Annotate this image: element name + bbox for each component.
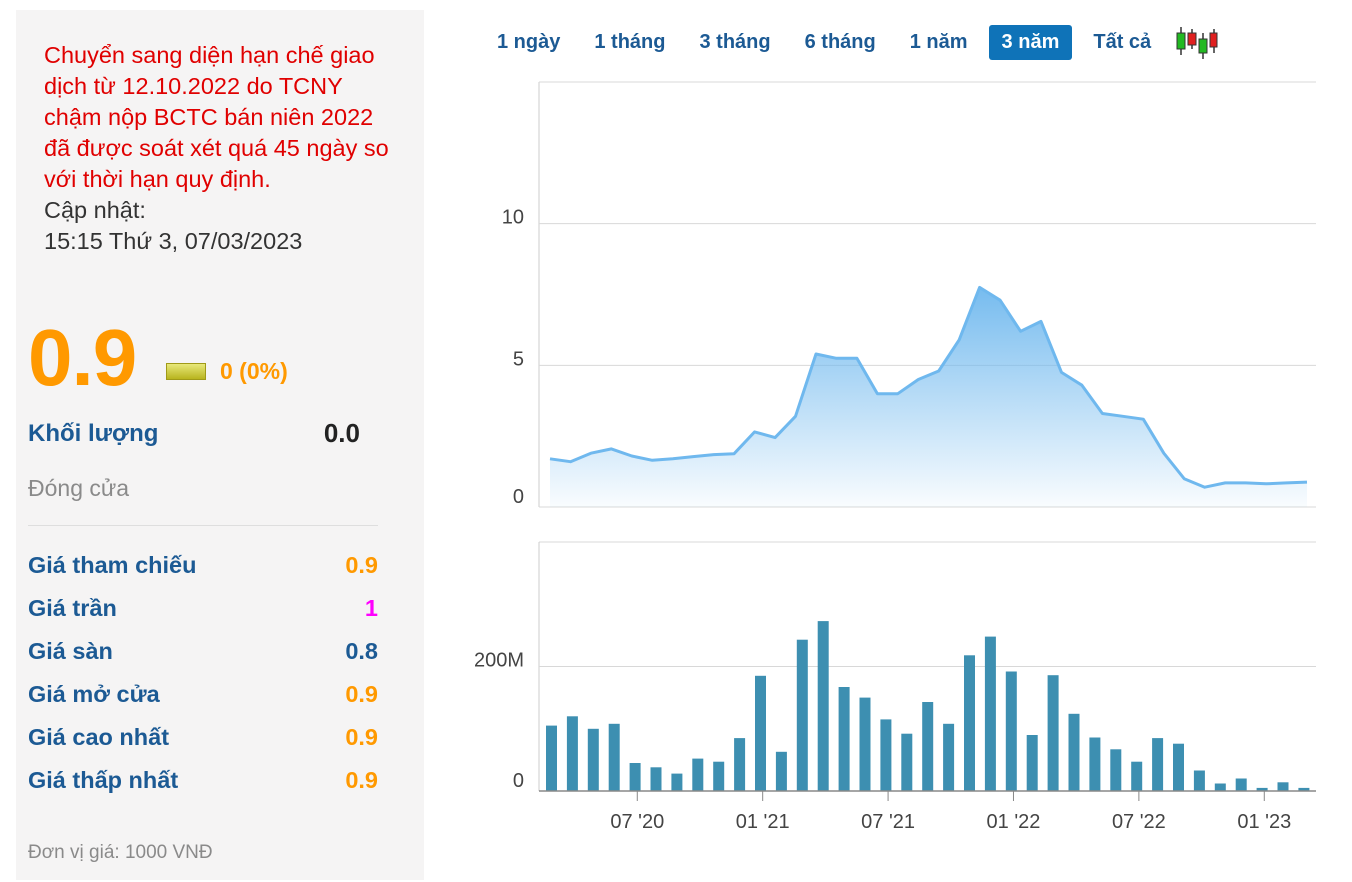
price-tick-label: 5 [513,348,524,370]
volume-bar [901,733,913,791]
volume-bar [1235,778,1247,791]
volume-bar [650,767,662,791]
updated-time: 15:15 Thứ 3, 07/03/2023 [44,228,303,254]
volume-bar [608,723,620,791]
volume-bar [1110,749,1122,791]
stat-low-price: Giá thấp nhất 0.9 [28,767,378,810]
volume-bar [546,725,557,791]
x-tick-label: 07 '22 [1112,811,1166,833]
price-row: 0.9 0 (0%) [28,318,388,398]
volume-bar [1068,713,1080,791]
volume-bar [713,761,725,791]
volume-bar [1026,735,1038,791]
stat-value: 0.9 [345,724,378,750]
candlestick-icon[interactable] [1174,25,1218,61]
x-tick-label: 07 '20 [610,811,664,833]
range-3-years-button[interactable]: 3 năm [988,25,1073,60]
updated-label: Cập nhật: [44,197,146,223]
volume-tick-label: 200M [474,650,524,672]
volume-bar [943,723,955,791]
volume-bar [1173,743,1184,791]
volume-bar [984,636,996,791]
restriction-notice: Chuyển sang diện hạn chế giao dịch từ 12… [44,42,389,192]
volume-bar [859,697,871,791]
stat-value: 1 [364,595,378,621]
unchanged-indicator-icon [166,363,206,380]
stat-high-price: Giá cao nhất 0.9 [28,724,378,767]
volume-bar [838,687,850,791]
range-all-button[interactable]: Tất cả [1080,25,1164,60]
x-tick-label: 01 '21 [736,811,790,833]
stat-value: 0.8 [345,638,378,664]
stat-ceiling-price: Giá trần 1 [28,595,378,638]
stat-label: Giá trần [28,595,117,621]
divider [28,525,378,526]
stat-open-price: Giá mở cửa 0.9 [28,681,378,724]
stat-value: 0.9 [345,552,378,578]
stat-label: Giá sàn [28,638,113,664]
volume-bar [1277,782,1289,791]
stat-label: Giá cao nhất [28,724,170,750]
stat-floor-price: Giá sàn 0.8 [28,638,378,681]
volume-bar [734,738,746,791]
price-tick-label: 0 [513,486,524,508]
stat-label: Giá mở cửa [28,681,160,707]
range-3-months-button[interactable]: 3 tháng [686,25,783,60]
market-status: Đóng cửa [28,475,130,501]
volume-bar [629,763,641,791]
volume-bar [1193,770,1205,791]
range-6-months-button[interactable]: 6 tháng [792,25,889,60]
stat-label: Giá thấp nhất [28,767,179,793]
volume-bar [880,719,892,791]
volume-bar [964,655,975,791]
volume-bar [1214,783,1226,791]
current-price: 0.9 [28,313,137,402]
stock-chart: 0 5 10 0 200M 07 '20 01 '21 07 '21 01 '22 07 '22 0… [474,81,1316,833]
price-unit-note: Đơn vị giá: 1000 VNĐ [28,842,213,863]
volume-bar [775,751,787,791]
stat-value: 0.9 [345,767,378,793]
volume-bar [587,728,599,792]
range-1-year-button[interactable]: 1 năm [897,25,981,60]
volume-bar [566,716,578,791]
x-tick-label: 07 '21 [861,811,915,833]
volume-label: Khối lượng [28,420,159,447]
volume-bar [1047,675,1059,791]
volume-bar [796,639,808,791]
volume-bar [692,758,704,791]
stat-label: Giá tham chiếu [28,552,197,578]
volume-bar [922,702,934,791]
x-tick-label: 01 '22 [987,811,1041,833]
price-area [550,287,1307,507]
time-range-selector: 1 ngày 1 tháng 3 tháng 6 tháng 1 năm 3 n… [484,24,1218,61]
volume-tick-label: 0 [513,770,524,792]
price-stats: Giá tham chiếu 0.9 Giá trần 1 Giá sàn 0.… [28,552,378,810]
stat-value: 0.9 [345,681,378,707]
volume-bar [1089,737,1101,791]
range-1-day-button[interactable]: 1 ngày [484,25,573,60]
volume-bar [671,773,683,791]
range-1-month-button[interactable]: 1 tháng [581,25,678,60]
volume-bar [1005,671,1017,791]
volume-bar [755,675,766,791]
stat-reference-price: Giá tham chiếu 0.9 [28,552,378,595]
volume-value: 0.0 [323,418,360,448]
volume-bar [1131,761,1143,791]
volume-bar [817,621,829,791]
x-tick-label: 01 '23 [1237,811,1291,833]
volume-bar [1152,738,1164,791]
price-tick-label: 10 [502,207,524,229]
stock-widget: Chuyển sang diện hạn chế giao dịch từ 12… [0,0,1352,882]
price-change: 0 (0%) [220,358,288,384]
volume-row: Khối lượng 0.0 [28,418,360,450]
